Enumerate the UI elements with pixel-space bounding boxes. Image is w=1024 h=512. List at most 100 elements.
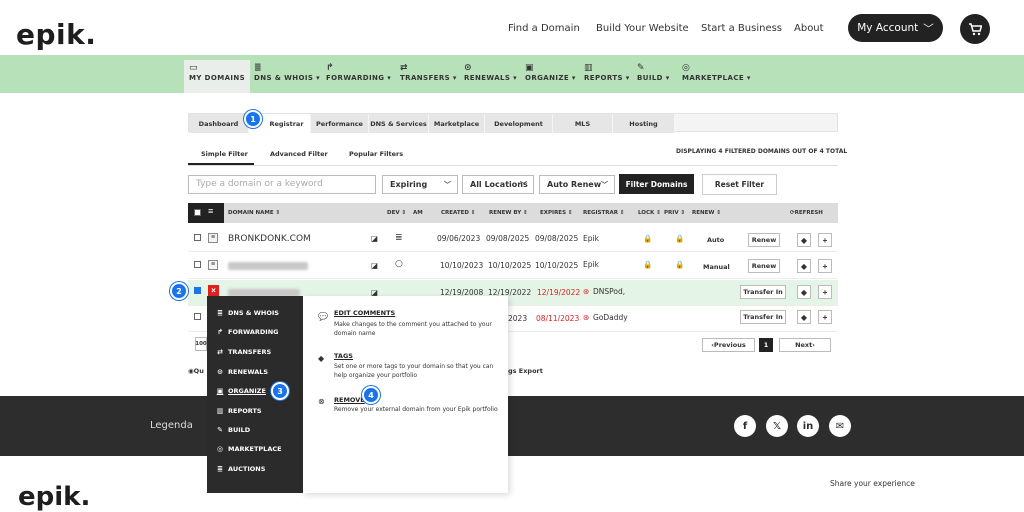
close-icon[interactable]: × xyxy=(208,285,219,296)
domain-name[interactable]: BRONKDONK.COM xyxy=(228,234,311,244)
privacy-icon[interactable]: 🔒 xyxy=(675,260,684,269)
add-icon[interactable]: + xyxy=(818,259,832,273)
my-account-button[interactable]: My Account ﹀ xyxy=(848,14,943,42)
nav-build[interactable]: ✎ BUILD ▾ xyxy=(637,60,670,93)
tag-icon[interactable]: ◆ xyxy=(797,233,811,247)
tab-popular-filters[interactable]: Popular Filters xyxy=(349,150,403,158)
nav-forwarding[interactable]: ↱ FORWARDING ▾ xyxy=(326,60,391,93)
tab-marketplace[interactable]: Marketplace xyxy=(429,114,485,133)
quick-link[interactable]: ◉Qu xyxy=(188,367,204,375)
epik-logo[interactable]: epik. xyxy=(16,18,96,51)
row-checkbox-checked[interactable] xyxy=(194,287,201,294)
nav-marketplace[interactable]: ◎ MARKETPLACE ▾ xyxy=(682,60,751,93)
tab-dashboard[interactable]: Dashboard xyxy=(189,114,249,133)
menu-item-organize[interactable]: ▣ ORGANIZE xyxy=(216,387,266,395)
share-experience-link[interactable]: Share your experience xyxy=(830,479,915,488)
nav-label: MY DOMAINS xyxy=(189,74,246,82)
col-renew[interactable]: RENEW ⇕ xyxy=(692,210,721,216)
col-priv[interactable]: PRIV ⇕ xyxy=(664,210,685,216)
menu-item-build[interactable]: ✎ BUILD xyxy=(216,426,250,434)
select-all-checkbox[interactable] xyxy=(194,209,201,216)
briefcase-icon: ▣ xyxy=(525,63,534,73)
renew-button[interactable]: Renew xyxy=(748,259,780,273)
menu-icon[interactable]: ≡ xyxy=(208,206,213,216)
col-expires[interactable]: EXPIRES ⇕ xyxy=(540,210,573,216)
tab-development[interactable]: Development xyxy=(485,114,553,133)
privacy-icon[interactable]: 🔒 xyxy=(675,234,684,243)
menu-item-auctions[interactable]: ≣ AUCTIONS xyxy=(216,465,265,473)
nav-reports[interactable]: ▥ REPORTS ▾ xyxy=(584,60,630,93)
x-twitter-icon[interactable]: 𝕏 xyxy=(766,415,788,437)
reset-filter-button[interactable]: Reset Filter xyxy=(702,174,777,195)
tag-icon[interactable]: ◆ xyxy=(797,310,811,324)
refresh-button[interactable]: ⟳REFRESH xyxy=(790,210,823,216)
auto-renew-select[interactable]: Auto Renew ﹀ xyxy=(539,175,615,194)
menu-item-transfers[interactable]: ⇄ TRANSFERS xyxy=(216,348,271,356)
page-size-select[interactable]: 100 xyxy=(195,337,207,351)
start-business-link[interactable]: Start a Business xyxy=(701,23,782,34)
add-icon[interactable]: + xyxy=(818,310,832,324)
email-icon[interactable]: ✉ xyxy=(829,415,851,437)
menu-item-renewals[interactable]: ⊙ RENEWALS xyxy=(216,368,268,376)
export-link[interactable]: gs Export xyxy=(508,367,543,375)
page-1-button[interactable]: 1 xyxy=(759,338,773,352)
domain-search-input[interactable]: Type a domain or a keyword xyxy=(188,175,376,194)
col-dev[interactable]: DEV ⇕ xyxy=(387,210,406,216)
locations-select[interactable]: All Locations ﹀ xyxy=(462,175,534,194)
filter-domains-button[interactable]: Filter Domains xyxy=(619,174,694,194)
lock-icon[interactable]: 🔒 xyxy=(643,260,652,269)
previous-page-button[interactable]: ‹Previous xyxy=(702,338,755,352)
menu-item-reports[interactable]: ▥ REPORTS xyxy=(216,407,262,415)
remove-link[interactable]: REMOVE xyxy=(334,396,365,404)
tag-icon[interactable]: ◆ xyxy=(797,285,811,299)
row-checkbox[interactable] xyxy=(194,313,201,320)
linkedin-icon[interactable]: in xyxy=(797,415,819,437)
tab-hosting[interactable]: Hosting xyxy=(613,114,675,133)
next-page-button[interactable]: Next› xyxy=(779,338,831,352)
tab-mls[interactable]: MLS xyxy=(553,114,613,133)
nav-my-domains[interactable]: ▭ MY DOMAINS xyxy=(184,60,251,93)
facebook-icon[interactable]: f xyxy=(734,415,756,437)
row-menu-button[interactable]: ≡ xyxy=(208,260,218,270)
displaying-count: DISPLAYING 4 FILTERED DOMAINS OUT OF 4 T… xyxy=(676,148,848,155)
menu-item-forwarding[interactable]: ↱ FORWARDING xyxy=(216,328,278,336)
nav-renewals[interactable]: ⊙ RENEWALS ▾ xyxy=(464,60,517,93)
tag-icon[interactable]: ◆ xyxy=(797,259,811,273)
add-icon[interactable]: + xyxy=(818,285,832,299)
nav-dns-whois[interactable]: ≣ DNS & WHOIS ▾ xyxy=(254,60,320,93)
renew-button[interactable]: Renew xyxy=(748,233,780,247)
nav-label: REPORTS ▾ xyxy=(584,74,630,82)
tab-advanced-filter[interactable]: Advanced Filter xyxy=(270,150,328,158)
cart-button[interactable] xyxy=(960,14,990,44)
row-checkbox[interactable] xyxy=(194,234,201,241)
col-created[interactable]: CREATED ⇕ xyxy=(441,210,475,216)
nav-transfers[interactable]: ⇄ TRANSFERS ▾ xyxy=(400,60,457,93)
renew-by-date: 09/08/2025 xyxy=(486,234,530,243)
transfer-in-button[interactable]: Transfer In xyxy=(740,285,786,299)
edit-icon[interactable]: ◪ xyxy=(371,234,378,243)
expiring-select[interactable]: Expiring ﹀ xyxy=(382,175,458,194)
nav-organize[interactable]: ▣ ORGANIZE ▾ xyxy=(525,60,576,93)
menu-label: AUCTIONS xyxy=(228,465,266,473)
row-checkbox[interactable] xyxy=(194,261,201,268)
col-lock[interactable]: LOCK ⇕ xyxy=(638,210,661,216)
add-icon[interactable]: + xyxy=(818,233,832,247)
transfer-in-button[interactable]: Transfer In xyxy=(740,310,786,324)
tab-simple-filter[interactable]: Simple Filter xyxy=(201,150,248,158)
about-link[interactable]: About xyxy=(794,23,824,34)
edit-icon[interactable]: ◪ xyxy=(371,261,378,270)
edit-comments-link[interactable]: EDIT COMMENTS xyxy=(334,309,395,317)
folder-icon: ▭ xyxy=(189,63,198,73)
col-domain-name[interactable]: DOMAIN NAME ⇕ xyxy=(228,210,280,216)
tab-dns-services[interactable]: DNS & Services xyxy=(369,114,429,133)
tags-link[interactable]: TAGS xyxy=(334,352,353,360)
menu-item-dns-whois[interactable]: ≣ DNS & WHOIS xyxy=(216,309,279,317)
col-renew-by[interactable]: RENEW BY ⇕ xyxy=(489,210,528,216)
col-registrar[interactable]: REGISTRAR ⇕ xyxy=(583,210,625,216)
menu-item-marketplace[interactable]: ◎ MARKETPLACE xyxy=(216,445,282,453)
lock-icon[interactable]: 🔒 xyxy=(643,234,652,243)
row-menu-button[interactable]: ≡ xyxy=(208,233,218,243)
build-website-link[interactable]: Build Your Website xyxy=(596,23,689,34)
find-domain-link[interactable]: Find a Domain xyxy=(508,23,580,34)
tab-performance[interactable]: Performance xyxy=(311,114,369,133)
